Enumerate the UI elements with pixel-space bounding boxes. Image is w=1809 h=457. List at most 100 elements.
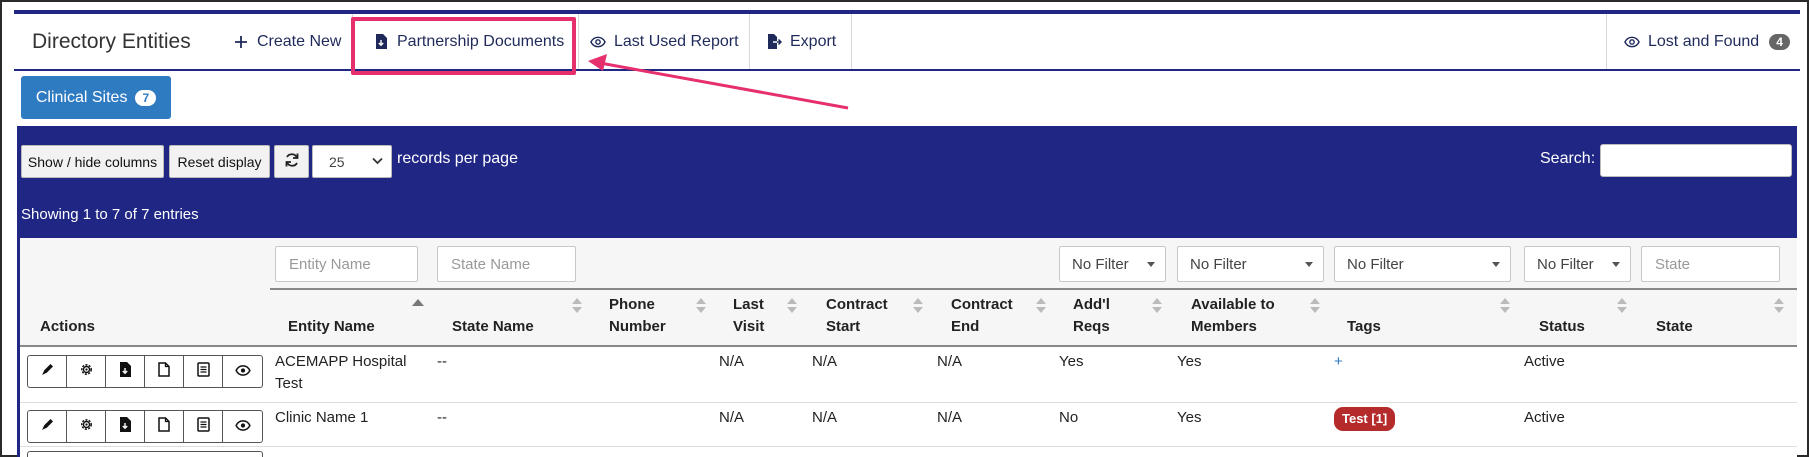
entity-name-line1: ACEMAPP Hospital <box>275 353 407 370</box>
export-link[interactable]: Export <box>766 14 836 69</box>
entity-name-filter[interactable]: Entity Name <box>275 246 418 282</box>
cell-contract-start: N/A <box>812 353 838 370</box>
tag-badge[interactable]: Test [1] <box>1334 407 1396 431</box>
settings-button[interactable] <box>67 356 106 387</box>
reset-display-button[interactable]: Reset display <box>169 145 270 178</box>
caret-down-icon <box>1305 262 1313 267</box>
refresh-button[interactable] <box>274 145 309 178</box>
col-addl-reqs-line2: Reqs <box>1073 318 1110 335</box>
search-input[interactable] <box>1600 144 1792 177</box>
tab-clinical-sites[interactable]: Clinical Sites 7 <box>21 76 171 119</box>
cell-entity-name: Clinic Name 1 <box>275 409 369 426</box>
state-name-filter[interactable]: State Name <box>437 246 576 282</box>
tab-clinical-sites-label: Clinical Sites <box>35 88 128 106</box>
pencil-icon <box>41 418 54 435</box>
col-available-line1[interactable]: Available to <box>1191 294 1275 316</box>
col-addl-reqs-line1[interactable]: Add'l <box>1073 294 1110 316</box>
file-icon <box>158 417 170 436</box>
col-entity-name[interactable]: Entity Name <box>288 316 375 338</box>
cell-contract-end: N/A <box>937 409 963 426</box>
sort-icon <box>1036 298 1046 314</box>
view-button[interactable] <box>223 356 262 387</box>
cell-addl-reqs: Yes <box>1059 353 1084 370</box>
cell-status: Active <box>1524 353 1565 370</box>
annotation-highlight-box <box>351 17 576 75</box>
nav-divider <box>578 14 579 69</box>
last-used-report-label: Last Used Report <box>614 32 739 50</box>
export-label: Export <box>790 32 837 50</box>
document-button[interactable] <box>145 411 184 442</box>
download-document-button[interactable] <box>106 411 145 442</box>
table-row <box>20 447 1797 457</box>
list-document-icon <box>196 417 210 436</box>
cell-contract-start: N/A <box>812 409 838 426</box>
show-hide-columns-button[interactable]: Show / hide columns <box>21 145 164 178</box>
records-per-page-value: 25 <box>329 153 345 170</box>
sort-icon <box>787 298 797 314</box>
lost-and-found-link[interactable]: Lost and Found 4 <box>1624 14 1790 69</box>
row-actions <box>27 355 263 388</box>
table-row: ACEMAPP Hospital Test -- N/A N/A N/A Yes… <box>20 347 1797 403</box>
caret-down-icon <box>1147 262 1155 267</box>
cell-contract-end: N/A <box>937 353 963 370</box>
last-used-report-link[interactable]: Last Used Report <box>590 14 739 69</box>
top-nav: Directory Entities Create New Partnershi… <box>14 14 1800 71</box>
col-contract-end-line1[interactable]: Contract <box>951 294 1013 316</box>
cell-tags: Test [1] <box>1334 407 1396 431</box>
cell-entity-name: ACEMAPP Hospital Test <box>275 351 406 395</box>
settings-button[interactable] <box>67 411 106 442</box>
edit-button[interactable] <box>28 411 67 442</box>
cell-status: Active <box>1524 409 1565 426</box>
col-tags[interactable]: Tags <box>1347 316 1381 338</box>
eye-icon <box>234 363 251 380</box>
entity-name-line2: Test <box>275 375 303 392</box>
status-filter[interactable]: No Filter <box>1524 246 1631 282</box>
download-document-button[interactable] <box>106 356 145 387</box>
notes-button[interactable] <box>184 356 223 387</box>
sort-icon <box>1617 298 1627 314</box>
available-filter-value: No Filter <box>1190 255 1247 273</box>
col-phone-line2: Number <box>609 318 666 335</box>
sort-icon <box>913 298 923 314</box>
gear-icon <box>79 362 94 381</box>
clinical-sites-count-badge: 7 <box>135 89 157 106</box>
add-tag-button[interactable]: + <box>1334 351 1343 373</box>
addl-reqs-filter[interactable]: No Filter <box>1059 246 1166 282</box>
col-last-visit-line1[interactable]: Last <box>733 294 764 316</box>
col-contract-start-line1[interactable]: Contract <box>826 294 888 316</box>
col-contract-end-line2: End <box>951 318 980 335</box>
chevron-down-icon <box>372 156 383 168</box>
col-actions: Actions <box>40 318 96 335</box>
available-filter[interactable]: No Filter <box>1177 246 1324 282</box>
table-row: Clinic Name 1 -- N/A N/A N/A No Yes Test… <box>20 403 1797 447</box>
document-button[interactable] <box>145 356 184 387</box>
edit-button[interactable] <box>28 356 67 387</box>
addl-reqs-filter-value: No Filter <box>1072 255 1129 273</box>
row-actions <box>27 410 263 443</box>
cell-available: Yes <box>1177 353 1202 370</box>
filter-row: Entity Name State Name No Filter No Filt… <box>20 238 1797 290</box>
table-header: Actions Entity Name State Name Phone Num… <box>20 290 1797 347</box>
create-new-link[interactable]: Create New <box>233 14 341 69</box>
col-phone-line1[interactable]: Phone <box>609 294 655 316</box>
tags-filter[interactable]: No Filter <box>1334 246 1511 282</box>
status-filter-value: No Filter <box>1537 255 1594 273</box>
state-filter[interactable]: State <box>1641 246 1780 282</box>
entries-info: Showing 1 to 7 of 7 entries <box>21 206 199 223</box>
file-icon <box>158 362 170 381</box>
cell-last-visit: N/A <box>719 409 745 426</box>
notes-button[interactable] <box>184 411 223 442</box>
row-actions <box>27 451 263 457</box>
col-state-name[interactable]: State Name <box>452 316 534 338</box>
col-state[interactable]: State <box>1656 316 1693 338</box>
records-per-page-select[interactable]: 25 <box>312 145 392 178</box>
sort-icon <box>1500 298 1510 314</box>
eye-icon <box>590 34 606 50</box>
col-status[interactable]: Status <box>1539 316 1585 338</box>
page-title: Directory Entities <box>32 30 191 53</box>
records-per-page-label: records per page <box>397 150 518 167</box>
nav-divider <box>851 14 852 69</box>
view-button[interactable] <box>223 411 262 442</box>
file-export-icon <box>766 34 782 50</box>
sort-icon <box>1310 298 1320 314</box>
